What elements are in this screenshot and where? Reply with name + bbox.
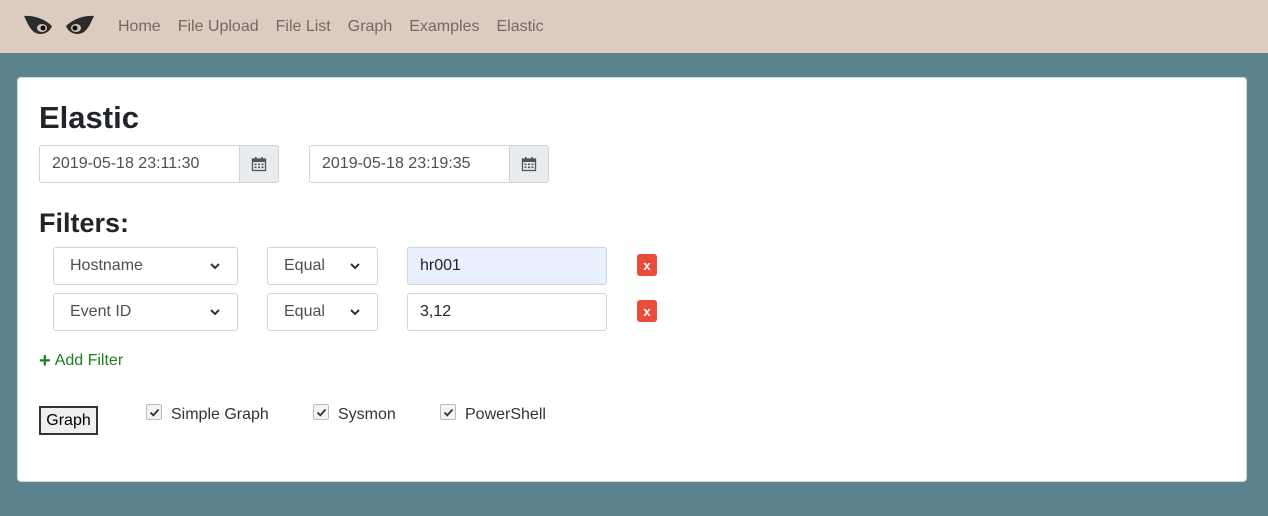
powershell-checkbox[interactable] [440, 404, 456, 420]
remove-filter-button[interactable]: x [637, 254, 657, 276]
page-title: Elastic [39, 100, 139, 135]
filter-field-value: Hostname [70, 257, 143, 274]
sysmon-checkbox[interactable] [313, 404, 329, 420]
simple-graph-label: Simple Graph [171, 406, 269, 423]
start-date-picker: 2019-05-18 23:11:30 [39, 145, 279, 183]
sysmon-option: Sysmon [313, 404, 396, 424]
filter-operator-value: Equal [284, 303, 325, 320]
calendar-icon[interactable] [509, 145, 549, 183]
nav-elastic[interactable]: Elastic [496, 18, 543, 36]
navbar: Home File Upload File List Graph Example… [0, 0, 1268, 53]
add-filter-label: Add Filter [54, 352, 124, 369]
nav-home[interactable]: Home [118, 18, 161, 36]
filter-field-value: Event ID [70, 303, 132, 320]
filter-operator-value: Equal [284, 257, 325, 274]
filter-operator-select[interactable]: Equal [267, 247, 378, 285]
check-icon [316, 408, 326, 417]
chevron-down-icon [350, 309, 360, 316]
simple-graph-option: Simple Graph [146, 404, 269, 424]
filter-operator-select[interactable]: Equal [267, 293, 378, 331]
powershell-label: PowerShell [465, 406, 546, 423]
remove-filter-button[interactable]: x [637, 300, 657, 322]
end-date-input[interactable]: 2019-05-18 23:19:35 [309, 145, 509, 183]
nav-file-upload[interactable]: File Upload [178, 18, 259, 36]
plus-icon: + [39, 350, 51, 372]
calendar-icon[interactable] [239, 145, 279, 183]
graph-button[interactable]: Graph [39, 406, 98, 435]
end-date-picker: 2019-05-18 23:19:35 [309, 145, 549, 183]
filters-title: Filters: [39, 208, 130, 238]
nav-file-list[interactable]: File List [276, 18, 331, 36]
nav-links: Home File Upload File List Graph Example… [118, 0, 561, 53]
simple-graph-checkbox[interactable] [146, 404, 162, 420]
check-icon [443, 408, 453, 417]
filter-field-select[interactable]: Event ID [53, 293, 238, 331]
start-date-input[interactable]: 2019-05-18 23:11:30 [39, 145, 239, 183]
filter-value-input[interactable]: 3,12 [407, 293, 607, 331]
main-card: Elastic 2019-05-18 23:11:30 2019-05-18 2… [17, 77, 1247, 482]
powershell-option: PowerShell [440, 404, 546, 424]
add-filter-link[interactable]: + Add Filter [39, 350, 124, 372]
filter-value-input[interactable]: hr001 [407, 247, 607, 285]
chevron-down-icon [210, 263, 220, 270]
nav-graph[interactable]: Graph [348, 18, 392, 36]
owl-eyes-logo[interactable] [22, 12, 96, 42]
chevron-down-icon [350, 263, 360, 270]
filter-field-select[interactable]: Hostname [53, 247, 238, 285]
chevron-down-icon [210, 309, 220, 316]
sysmon-label: Sysmon [338, 406, 396, 423]
nav-examples[interactable]: Examples [409, 18, 479, 36]
check-icon [149, 408, 159, 417]
